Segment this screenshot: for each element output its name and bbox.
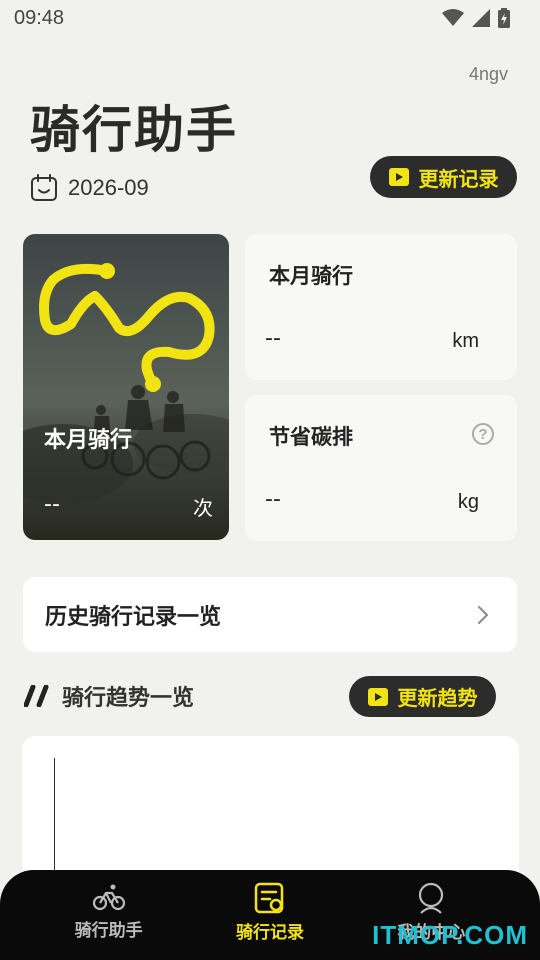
battery-icon xyxy=(498,8,510,28)
trend-header: 骑行趋势一览 xyxy=(24,678,194,714)
help-icon[interactable]: ? xyxy=(472,423,494,445)
status-bar: 09:48 xyxy=(0,0,540,36)
carbon-label: 节省碳排 xyxy=(269,425,353,449)
carbon-unit: kg xyxy=(457,491,479,513)
page-title: 骑行助手 xyxy=(30,101,238,159)
date-label: 2026-09 xyxy=(68,175,149,200)
trend-title: 骑行趋势一览 xyxy=(62,686,195,711)
signal-icon xyxy=(472,9,490,27)
photo-card-label: 本月骑行 xyxy=(44,428,133,453)
bicycle-icon xyxy=(92,884,125,911)
history-label: 历史骑行记录一览 xyxy=(45,604,222,630)
chevron-right-icon xyxy=(478,605,488,624)
play-video-icon xyxy=(388,168,409,186)
user-code: 4ngv xyxy=(468,64,508,84)
watermark: ITMOP.COM xyxy=(372,920,528,950)
nav-label-records: 骑行记录 xyxy=(235,923,304,943)
distance-label: 本月骑行 xyxy=(269,264,353,288)
status-time: 09:48 xyxy=(14,6,65,29)
play-video-icon xyxy=(367,687,388,706)
distance-unit: km xyxy=(452,330,479,352)
double-slash-icon xyxy=(24,685,49,707)
user-icon xyxy=(419,882,444,914)
update-record-label: 更新记录 xyxy=(418,166,499,191)
photo-card-value: -- xyxy=(44,492,60,517)
update-trend-label: 更新趋势 xyxy=(397,686,478,710)
nav-item-assistant[interactable]: 骑行助手 xyxy=(44,882,174,941)
update-record-button[interactable]: 更新记录 xyxy=(370,156,517,198)
status-icons xyxy=(442,8,510,28)
carbon-saving-card: 节省碳排 ? -- kg xyxy=(245,395,517,541)
carbon-value: -- xyxy=(265,487,281,512)
photo-card-unit: 次 xyxy=(193,496,213,520)
monthly-distance-card: 本月骑行 -- km xyxy=(245,234,517,380)
monthly-rides-card[interactable]: 本月骑行 -- 次 xyxy=(23,234,229,540)
history-records-row[interactable]: 历史骑行记录一览 xyxy=(23,577,517,652)
update-trend-button[interactable]: 更新趋势 xyxy=(349,676,496,717)
nav-label-assistant: 骑行助手 xyxy=(74,921,143,941)
calendar-icon xyxy=(31,174,57,201)
date-selector[interactable]: 2026-09 xyxy=(30,172,149,204)
nav-item-records[interactable]: 骑行记录 xyxy=(205,882,335,943)
wifi-icon xyxy=(442,9,464,26)
distance-value: -- xyxy=(265,326,281,351)
record-list-icon xyxy=(254,882,284,914)
